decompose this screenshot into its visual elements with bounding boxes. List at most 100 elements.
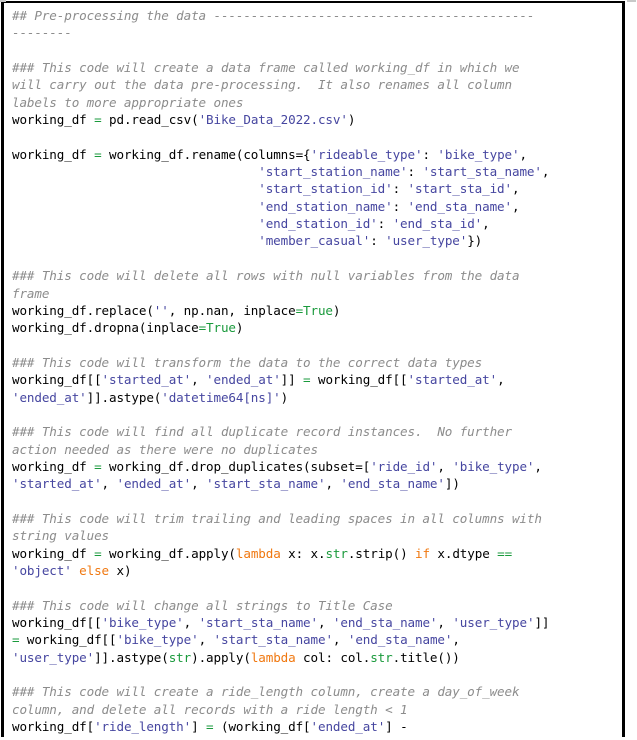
code-token-plain: ,	[512, 198, 520, 214]
code-line: --------	[12, 24, 622, 41]
code-token-plain: working_df	[12, 458, 95, 474]
code-line: 'end_station_name': 'end_sta_name',	[12, 198, 622, 215]
code-token-plain: )	[347, 112, 356, 128]
code-line: ### This code will create a data frame c…	[12, 59, 622, 76]
code-line: labels to more appropriate ones	[12, 94, 622, 111]
code-token-plain: ]].astype(	[86, 389, 162, 405]
code-token-str: 'ended_at'	[310, 719, 386, 735]
code-token-plain: :	[392, 198, 408, 214]
code-token-plain: working_df.rename(columns={	[101, 146, 311, 162]
code-token-kw: lambda	[250, 649, 296, 665]
code-token-plain: pd.read_csv(	[101, 112, 199, 128]
code-line: ### This code will delete all rows with …	[12, 267, 622, 284]
code-token-plain: :	[377, 216, 393, 232]
code-token-str: 'bike_type'	[437, 146, 520, 162]
code-token-str: 'ride_id'	[370, 458, 438, 474]
code-token-plain: :	[392, 181, 408, 197]
code-token-plain: ,	[332, 632, 348, 648]
code-token-plain: ,	[452, 632, 460, 648]
code-token-str: 'end_sta_name'	[340, 476, 445, 492]
code-token-bltn: True	[206, 320, 236, 336]
code-token-str: 'start_sta_name'	[422, 164, 542, 180]
code-line: ### This code will find all duplicate re…	[12, 423, 622, 440]
code-token-plain: ])	[444, 476, 460, 492]
code-token-plain: ,	[198, 632, 214, 648]
code-token-str: 'bike_type'	[101, 615, 184, 631]
code-token-plain: ]	[191, 719, 207, 735]
code-line: working_df['ride_length'] = (working_df[…	[12, 718, 622, 735]
code-token-cmt: ## Pre-processing the data -------------…	[12, 8, 535, 23]
code-token-plain: })	[467, 233, 483, 249]
code-text[interactable]: ## Pre-processing the data -------------…	[4, 3, 622, 737]
code-line: ### This code will create a ride_length …	[12, 683, 622, 700]
code-token-str: 'start_station_name'	[258, 164, 408, 180]
code-token-str: 'end_station_id'	[258, 216, 378, 232]
code-token-op: =	[94, 112, 102, 128]
code-line: 'user_type']].astype(str).apply(lambda c…	[12, 649, 622, 666]
code-token-plain: x.dtype	[429, 545, 498, 561]
code-token-plain: ,	[534, 458, 542, 474]
code-token-str: 'user_type'	[385, 233, 468, 249]
code-token-cmt: ### This code will find all duplicate re…	[12, 424, 512, 440]
code-token-cmt: ### This code will change all strings to…	[12, 597, 393, 613]
code-line: 'start_station_id': 'start_sta_id',	[12, 180, 622, 197]
code-token-str: 'bike_type'	[116, 632, 199, 648]
code-token-plain: ,	[101, 476, 117, 492]
code-token-plain: working_df[	[12, 719, 95, 735]
code-line: string values	[12, 527, 622, 544]
code-token-plain: working_df	[12, 146, 95, 162]
code-token-str: 'datetime64[ns]'	[161, 389, 281, 405]
code-token-str: 'end_station_name'	[258, 198, 393, 214]
code-token-cmt: frame	[12, 285, 50, 301]
code-token-plain: ,	[437, 615, 453, 631]
code-token-plain: ]].astype(	[94, 649, 169, 665]
code-line: working_df = working_df.drop_duplicates(…	[12, 458, 622, 475]
code-token-str: 'rideable_type'	[310, 146, 423, 162]
code-token-bltn: str	[370, 649, 393, 665]
code-token-cmt: ### This code will transform the data to…	[12, 354, 483, 370]
code-token-op: =	[303, 372, 311, 388]
code-token-str: 'bike_type'	[452, 458, 535, 474]
code-token-plain: ]]	[534, 615, 550, 631]
code-token-str: 'end_sta_name'	[407, 198, 513, 214]
code-token-kw: else	[79, 563, 110, 578]
code-token-plain: ,	[183, 615, 199, 631]
code-token-str: 'member_casual'	[258, 233, 371, 249]
code-token-plain: col: col.	[295, 649, 371, 665]
code-token-kw: if	[415, 545, 430, 561]
code-token-op: =	[295, 302, 304, 318]
code-token-cmt: ### This code will create a data frame c…	[12, 60, 520, 76]
code-token-str: 'object'	[12, 563, 72, 578]
code-token-str: 'started_at'	[101, 372, 192, 388]
code-line: working_df.dropna(inplace=True)	[12, 319, 622, 336]
code-line: 'ended_at']].astype('datetime64[ns]')	[12, 389, 622, 406]
code-line: 'end_station_id': 'end_sta_id',	[12, 215, 622, 232]
code-line: will carry out the data pre-processing. …	[12, 76, 622, 93]
code-token-cmt: ### This code will delete all rows with …	[12, 268, 520, 284]
code-line: = working_df[['bike_type', 'start_sta_na…	[12, 631, 622, 648]
code-token-cmt: ### This code will create a ride_length …	[12, 684, 520, 700]
code-token-plain: .title())	[392, 649, 460, 665]
code-token-bltn: str	[168, 649, 192, 665]
code-line: working_df['started_at']) / pd.Timedelta…	[12, 735, 622, 737]
code-token-plain: ,	[497, 372, 505, 388]
code-line: 'started_at', 'ended_at', 'start_sta_nam…	[12, 475, 622, 492]
code-token-plain: )	[235, 320, 244, 336]
code-line: ## Pre-processing the data -------------…	[12, 7, 622, 24]
code-token-op: ==	[497, 545, 513, 561]
code-token-plain: :	[370, 233, 386, 249]
code-line: 'member_casual': 'user_type'})	[12, 232, 622, 249]
code-line: 'start_station_name': 'start_sta_name',	[12, 163, 622, 180]
code-token-op: =	[94, 458, 102, 474]
code-token-plain: working_df	[12, 112, 95, 128]
code-line: working_df[['bike_type', 'start_sta_name…	[12, 614, 622, 631]
